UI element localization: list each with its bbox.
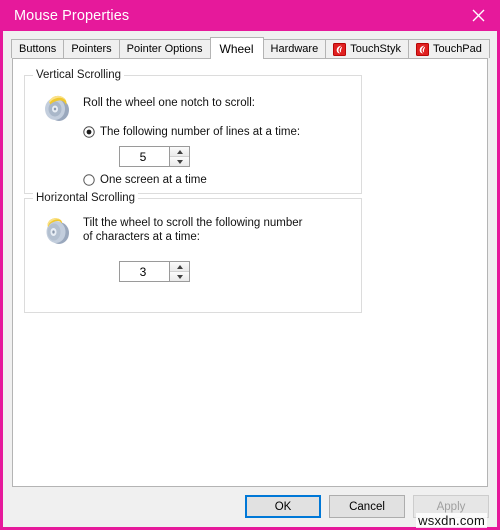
radio-screen-label: One screen at a time (100, 174, 207, 186)
touchpad-icon (415, 42, 429, 56)
arrow-down-icon (176, 274, 183, 279)
arrow-down-icon (176, 159, 183, 164)
tab-label: Pointer Options (126, 43, 203, 55)
horizontal-description: Tilt the wheel to scroll the following n… (83, 217, 303, 243)
characters-per-tilt-stepper[interactable]: 3 (119, 261, 190, 282)
tab-hardware[interactable]: Hardware (262, 39, 327, 58)
horizontal-scrolling-label: Horizontal Scrolling (33, 192, 139, 204)
tab-label: Pointers (71, 43, 112, 55)
mouse-properties-window: Mouse Properties Buttons Pointers Pointe… (0, 0, 500, 530)
tab-pointer-options[interactable]: Pointer Options (118, 39, 211, 58)
arrow-up-icon (176, 149, 183, 154)
arrow-up-icon (176, 264, 183, 269)
title-bar: Mouse Properties (0, 0, 500, 31)
tab-pointers[interactable]: Pointers (63, 39, 120, 58)
lines-per-notch-stepper[interactable]: 5 (119, 146, 190, 167)
radio-selected-icon (83, 126, 95, 138)
radio-lines-at-a-time[interactable]: The following number of lines at a time: (83, 126, 300, 138)
vertical-scrolling-label: Vertical Scrolling (33, 69, 125, 81)
tab-label: TouchPad (432, 43, 482, 55)
tab-touchpad[interactable]: TouchPad (407, 39, 490, 58)
dialog-footer: OK Cancel Apply wsxdn.com (3, 487, 497, 528)
tab-label: Wheel (219, 41, 254, 56)
close-button[interactable] (456, 0, 500, 31)
characters-per-tilt-value[interactable]: 3 (120, 262, 169, 281)
vertical-description: Roll the wheel one notch to scroll: (83, 97, 255, 109)
characters-stepper-buttons (169, 262, 189, 281)
tab-wheel[interactable]: Wheel (209, 37, 264, 59)
mouse-wheel-vertical-icon (45, 95, 69, 121)
lines-increment-button[interactable] (170, 147, 189, 157)
lines-decrement-button[interactable] (170, 157, 189, 166)
radio-unselected-icon (83, 174, 95, 186)
cancel-button[interactable]: Cancel (329, 495, 405, 518)
wheel-tab-page: Vertical Scrolling Roll the wheel one no… (12, 58, 488, 487)
mouse-wheel-horizontal-icon (46, 218, 69, 244)
tab-label: TouchStyk (350, 43, 401, 55)
window-title: Mouse Properties (14, 7, 130, 24)
lines-stepper-buttons (169, 147, 189, 166)
vertical-scrolling-group: Vertical Scrolling Roll the wheel one no… (24, 69, 362, 194)
lines-per-notch-value[interactable]: 5 (120, 147, 169, 166)
radio-one-screen-at-a-time[interactable]: One screen at a time (83, 174, 207, 186)
apply-button: Apply (413, 495, 489, 518)
characters-increment-button[interactable] (170, 262, 189, 272)
characters-decrement-button[interactable] (170, 272, 189, 281)
tab-touchstyk[interactable]: TouchStyk (325, 39, 409, 58)
tab-buttons[interactable]: Buttons (11, 39, 65, 58)
tab-strip: Buttons Pointers Pointer Options Wheel H… (3, 36, 497, 59)
horizontal-scrolling-group: Horizontal Scrolling Tilt the wheel to s… (24, 192, 362, 313)
tab-label: Buttons (19, 43, 57, 55)
tab-label: Hardware (270, 43, 319, 55)
touchstyk-icon (333, 42, 347, 56)
close-icon (472, 9, 484, 22)
radio-lines-label: The following number of lines at a time: (100, 126, 301, 138)
ok-button[interactable]: OK (245, 495, 321, 518)
